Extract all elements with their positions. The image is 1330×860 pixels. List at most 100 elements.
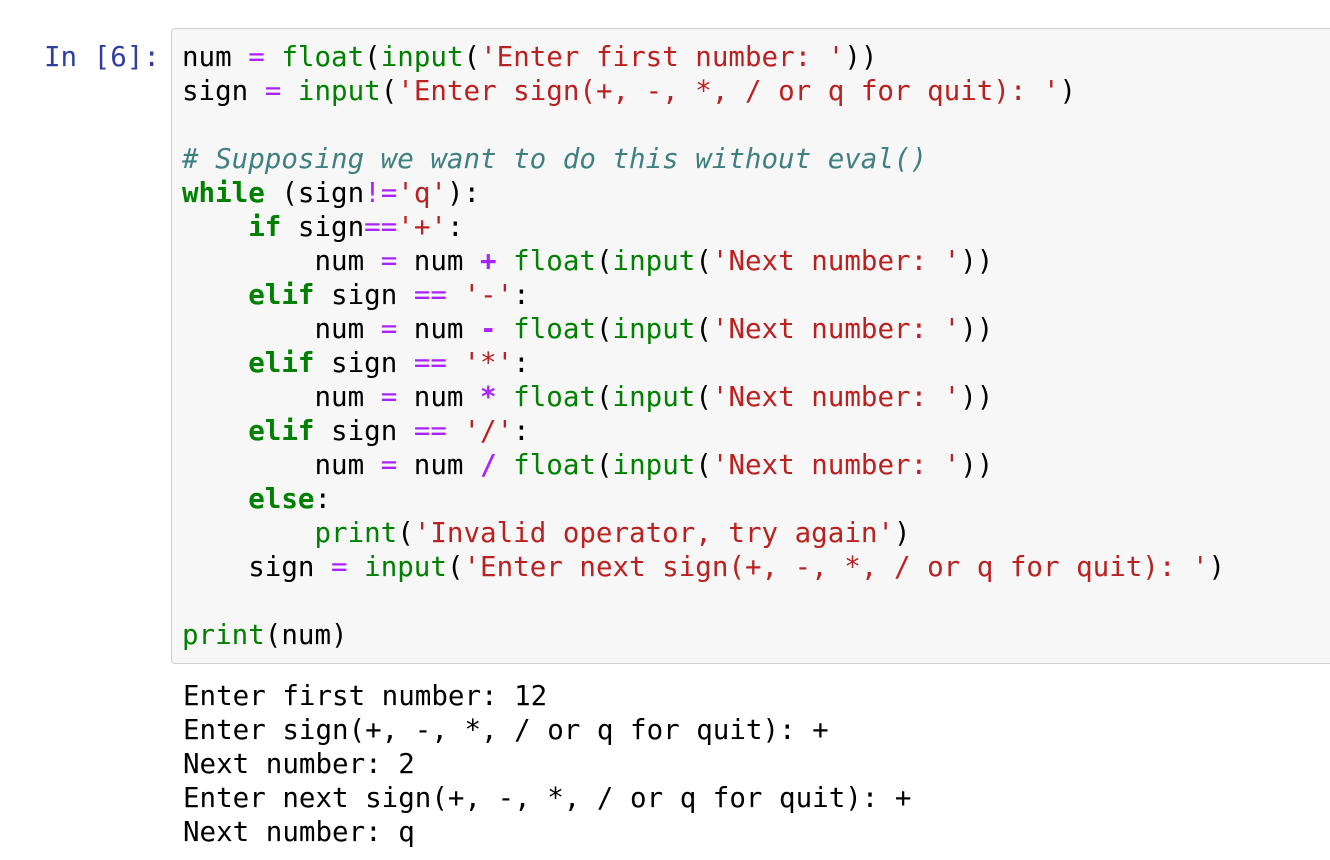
code-token: )) bbox=[960, 313, 994, 345]
code-line-4: # Supposing we want to do this without e… bbox=[182, 142, 1225, 176]
code-token: ) bbox=[1208, 551, 1226, 583]
code-token: ( bbox=[397, 517, 414, 549]
code-token: '-' bbox=[463, 279, 514, 311]
code-token: sign bbox=[281, 211, 365, 243]
code-token: ( bbox=[446, 551, 464, 583]
code-token: = bbox=[248, 41, 265, 73]
code-token: input bbox=[612, 245, 696, 277]
code-token: num bbox=[182, 449, 381, 481]
code-token: )) bbox=[960, 245, 994, 277]
code-line-2: sign = input('Enter sign(+, -, *, / or q… bbox=[182, 74, 1225, 108]
output-line: Next number: 2 bbox=[183, 748, 415, 780]
code-keyword: else bbox=[248, 483, 315, 515]
code-token: * bbox=[480, 381, 497, 413]
code-line-16: sign = input('Enter next sign(+, -, *, /… bbox=[182, 550, 1225, 584]
code-token: = bbox=[264, 75, 282, 107]
code-token: num bbox=[397, 313, 481, 345]
code-token: sign bbox=[182, 75, 249, 107]
code-token: + bbox=[480, 245, 497, 277]
code-keyword: elif bbox=[248, 347, 315, 379]
code-keyword: while bbox=[182, 177, 265, 209]
code-line-5: while (sign!='q'): bbox=[182, 176, 1225, 210]
code-token: sign bbox=[314, 415, 414, 447]
code-token: == bbox=[413, 415, 447, 447]
code-line-8: elif sign == '-': bbox=[182, 278, 1225, 312]
code-token: ( bbox=[463, 41, 481, 73]
code-token: ( bbox=[380, 75, 398, 107]
code-token: : bbox=[513, 279, 530, 311]
code-token: )) bbox=[960, 449, 994, 481]
output-line: Enter next sign(+, -, *, / or q for quit… bbox=[183, 782, 912, 814]
code-token: ) bbox=[893, 517, 911, 549]
code-token: 'Enter next sign(+, -, *, / or q for qui… bbox=[463, 551, 1209, 583]
code-token: = bbox=[380, 449, 398, 481]
code-line-13: num = num / float(input('Next number: ')… bbox=[182, 448, 1225, 482]
code-token: : bbox=[314, 483, 332, 515]
code-token: / bbox=[480, 449, 497, 481]
code-token: 'q' bbox=[397, 177, 447, 209]
code-token: = bbox=[380, 313, 398, 345]
code-token: sign bbox=[314, 279, 414, 311]
code-token: - bbox=[480, 313, 497, 345]
code-token: = bbox=[380, 245, 398, 277]
code-line-10: elif sign == '*': bbox=[182, 346, 1225, 380]
code-token: 'Next number: ' bbox=[711, 381, 961, 413]
code-token: float bbox=[513, 245, 596, 277]
code-token: ( bbox=[695, 449, 712, 481]
output-line: Next number: q bbox=[183, 816, 415, 848]
code-token: ( bbox=[595, 449, 613, 481]
code-token: print bbox=[182, 619, 265, 651]
code-token: num bbox=[182, 313, 381, 345]
code-token: input bbox=[612, 313, 696, 345]
code-comment: # Supposing we want to do this without e… bbox=[182, 143, 928, 175]
code-token: num bbox=[182, 381, 381, 413]
code-token: input bbox=[612, 449, 696, 481]
code-token: )) bbox=[960, 381, 994, 413]
code-token: '+' bbox=[397, 211, 447, 243]
code-editor[interactable]: num = float(input('Enter first number: '… bbox=[182, 40, 1225, 652]
code-line-18: print(num) bbox=[182, 618, 1225, 652]
code-token: ( bbox=[695, 313, 712, 345]
code-token: (num) bbox=[264, 619, 348, 651]
code-token: '/' bbox=[463, 415, 514, 447]
code-line-7: num = num + float(input('Next number: ')… bbox=[182, 244, 1225, 278]
code-line-9: num = num - float(input('Next number: ')… bbox=[182, 312, 1225, 346]
code-token: float bbox=[513, 449, 596, 481]
code-token: == bbox=[413, 279, 447, 311]
code-token: = bbox=[380, 381, 398, 413]
code-token: float bbox=[513, 313, 596, 345]
code-line-11: num = num * float(input('Next number: ')… bbox=[182, 380, 1225, 414]
code-token: ( bbox=[595, 313, 613, 345]
code-token: 'Next number: ' bbox=[711, 313, 961, 345]
output-line: Enter first number: 12 bbox=[183, 680, 548, 712]
output-line: Enter sign(+, -, *, / or q for quit): + bbox=[183, 714, 829, 746]
code-token: num bbox=[397, 381, 481, 413]
cell-prompt: In [6]: bbox=[44, 41, 160, 73]
code-token: == bbox=[413, 347, 447, 379]
code-keyword: elif bbox=[248, 279, 315, 311]
code-line-14: else: bbox=[182, 482, 1225, 516]
code-token: 'Enter sign(+, -, *, / or q for quit): ' bbox=[397, 75, 1060, 107]
code-token: : bbox=[513, 347, 530, 379]
code-token: != bbox=[364, 177, 398, 209]
code-line-1: num = float(input('Enter first number: '… bbox=[182, 40, 1225, 74]
code-token: == bbox=[364, 211, 398, 243]
code-token: = bbox=[331, 551, 348, 583]
code-token: ( bbox=[695, 245, 712, 277]
